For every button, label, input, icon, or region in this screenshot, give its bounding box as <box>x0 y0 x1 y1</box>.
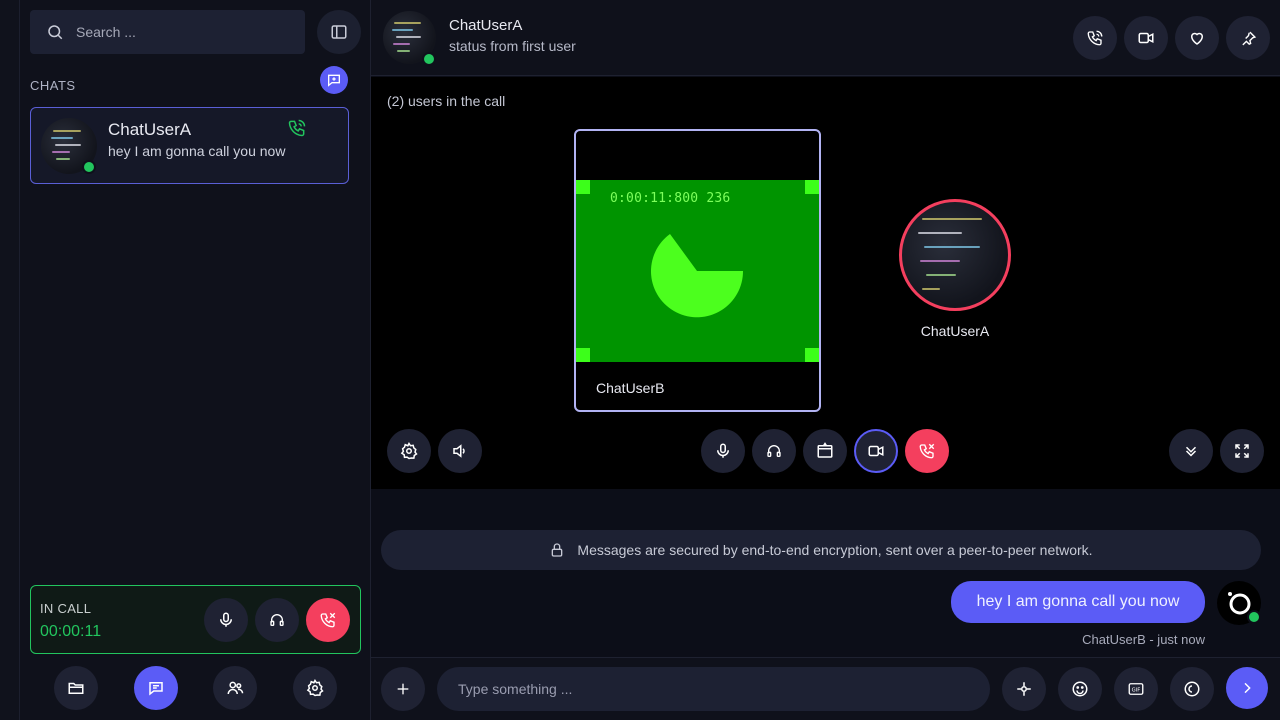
chevron-down-icon <box>1182 442 1200 460</box>
fullscreen-button[interactable] <box>1220 429 1264 473</box>
message-composer: GIF <box>371 657 1280 720</box>
lock-icon <box>549 542 565 558</box>
header-status: status from first user <box>449 38 576 54</box>
headphones-icon <box>766 443 782 459</box>
headphones-button[interactable] <box>255 598 299 642</box>
sticker-button[interactable] <box>1170 667 1214 711</box>
settings-icon <box>306 679 324 697</box>
message-input[interactable] <box>437 667 990 711</box>
sparkle-icon <box>1015 680 1033 698</box>
users-icon <box>226 679 244 697</box>
volume-button[interactable] <box>438 429 482 473</box>
left-rail <box>0 0 20 720</box>
voice-call-button[interactable] <box>1073 16 1117 60</box>
screen-share-icon <box>816 442 834 460</box>
video-feed: 0:00:11:800 236 <box>576 180 819 362</box>
svg-text:GIF: GIF <box>1132 688 1141 694</box>
pin-button[interactable] <box>1226 16 1270 60</box>
camera-toggle-button[interactable] <box>854 429 898 473</box>
gif-icon: GIF <box>1127 680 1145 698</box>
chat-icon <box>147 679 165 697</box>
hangup-button[interactable] <box>306 598 350 642</box>
local-user-name: ChatUserB <box>596 380 665 396</box>
send-chevron-icon <box>1239 680 1255 696</box>
attach-button[interactable] <box>381 667 425 711</box>
call-users-count: (2) users in the call <box>387 93 506 109</box>
video-camera-icon <box>1137 29 1155 47</box>
video-camera-icon <box>867 442 885 460</box>
folder-icon <box>67 679 85 697</box>
collapse-call-button[interactable] <box>1169 429 1213 473</box>
sticker-icon <box>1183 680 1201 698</box>
emoji-button[interactable] <box>1058 667 1102 711</box>
remote-user-name: ChatUserA <box>920 323 990 339</box>
nav-users-button[interactable] <box>213 666 257 710</box>
phone-call-icon <box>1086 29 1104 47</box>
app: CHATS ChatUserA hey I am gonna call you … <box>0 0 1280 720</box>
nav-chats-button[interactable] <box>134 666 178 710</box>
message-bubble[interactable]: hey I am gonna call you now <box>951 581 1205 623</box>
new-chat-icon <box>326 72 342 88</box>
online-status-dot <box>1247 610 1261 624</box>
mic-icon <box>714 442 732 460</box>
phone-hangup-icon <box>918 442 936 460</box>
bottom-nav <box>20 666 371 710</box>
deafen-button[interactable] <box>752 429 796 473</box>
sidebar-toggle-icon <box>330 23 348 41</box>
call-duration: 00:00:11 <box>40 623 102 640</box>
encryption-notice: Messages are secured by end-to-end encry… <box>381 530 1261 570</box>
heart-icon <box>1188 29 1206 47</box>
chat-name: ChatUserA <box>108 120 192 139</box>
sidebar: CHATS ChatUserA hey I am gonna call you … <box>20 0 371 720</box>
search-icon <box>46 23 64 41</box>
chat-list-item[interactable]: ChatUserA hey I am gonna call you now <box>30 107 349 184</box>
chat-last-message: hey I am gonna call you now <box>108 143 286 159</box>
ai-button[interactable] <box>1002 667 1046 711</box>
main-panel: ChatUserA status from first user (2) use… <box>371 0 1280 720</box>
panel-toggle-button[interactable] <box>317 10 361 54</box>
pin-icon <box>1240 30 1257 47</box>
speaker-icon <box>451 442 469 460</box>
message-meta: ChatUserB - just now <box>1082 632 1205 647</box>
headphones-icon <box>269 612 285 628</box>
remote-user-avatar <box>899 199 1011 311</box>
nav-settings-button[interactable] <box>293 666 337 710</box>
end-call-button[interactable] <box>905 429 949 473</box>
video-call-button[interactable] <box>1124 16 1168 60</box>
mic-button[interactable] <box>204 598 248 642</box>
active-call-icon <box>287 118 307 138</box>
in-call-card: IN CALL 00:00:11 <box>30 585 361 654</box>
nav-files-button[interactable] <box>54 666 98 710</box>
plus-icon <box>395 681 411 697</box>
search-input[interactable] <box>76 24 276 40</box>
online-status-dot <box>422 52 436 66</box>
new-chat-button[interactable] <box>320 66 348 94</box>
phone-hangup-icon <box>319 611 337 629</box>
encryption-text: Messages are secured by end-to-end encry… <box>577 542 1093 558</box>
settings-icon <box>400 442 418 460</box>
fullscreen-icon <box>1233 442 1251 460</box>
local-video-tile[interactable]: 0:00:11:800 236 ChatUserB <box>574 129 821 412</box>
call-settings-button[interactable] <box>387 429 431 473</box>
screen-share-button[interactable] <box>803 429 847 473</box>
mic-icon <box>217 611 235 629</box>
chat-header: ChatUserA status from first user <box>371 0 1280 76</box>
call-area: (2) users in the call 0:00:11:800 236 Ch… <box>371 77 1280 489</box>
in-call-label: IN CALL <box>40 601 92 616</box>
send-button[interactable] <box>1226 667 1268 709</box>
mute-mic-button[interactable] <box>701 429 745 473</box>
favorite-button[interactable] <box>1175 16 1219 60</box>
test-pattern-pie <box>651 234 744 318</box>
emoji-icon <box>1071 680 1089 698</box>
header-name: ChatUserA <box>449 17 523 34</box>
online-status-dot <box>82 160 96 174</box>
chats-heading: CHATS <box>30 78 76 93</box>
search-box[interactable] <box>30 10 305 54</box>
gif-button[interactable]: GIF <box>1114 667 1158 711</box>
